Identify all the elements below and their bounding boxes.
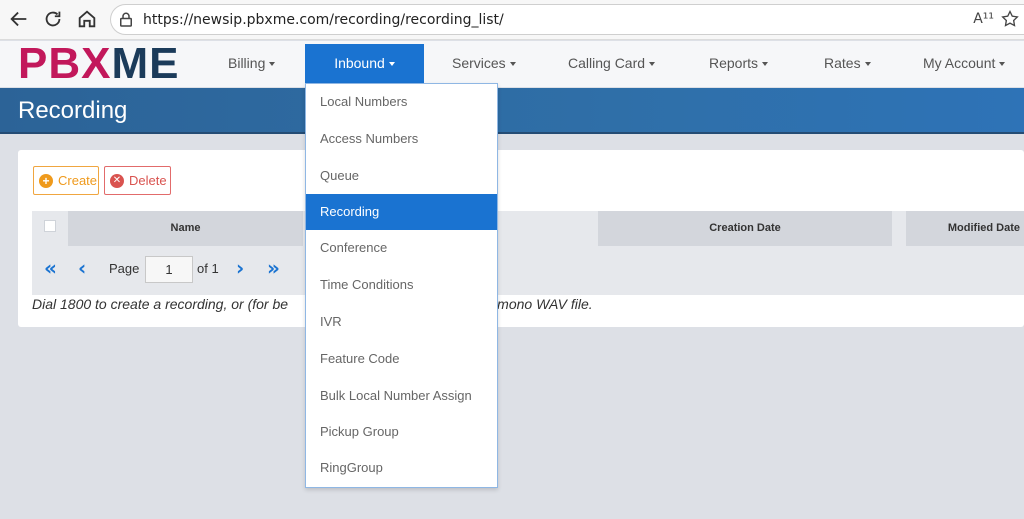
first-page-icon[interactable]: « <box>44 258 62 278</box>
menu-item-ringgroup[interactable]: RingGroup <box>306 450 497 486</box>
caret-down-icon <box>269 62 276 67</box>
menu-item-pickup-group[interactable]: Pickup Group <box>306 414 497 450</box>
nav-calling-card[interactable]: Calling Card <box>568 41 656 87</box>
browser-toolbar: https://newsip.pbxme.com/recording/recor… <box>0 0 1024 40</box>
menu-item-ivr[interactable]: IVR <box>306 304 497 340</box>
caret-down-icon <box>999 62 1006 67</box>
page-header: Recording <box>0 88 1024 134</box>
recording-table: Name Creation Date Modified Date « ‹ Pag… <box>32 211 1024 295</box>
refresh-icon[interactable] <box>42 8 64 30</box>
menu-item-feature-code[interactable]: Feature Code <box>306 341 497 377</box>
home-icon[interactable] <box>76 8 98 30</box>
nav-rates[interactable]: Rates <box>824 41 871 87</box>
url-text[interactable]: https://newsip.pbxme.com/recording/recor… <box>143 12 504 28</box>
content-panel: + Create ✕ Delete Name Creation Date Mod… <box>18 150 1024 327</box>
menu-item-queue[interactable]: Queue <box>306 158 497 194</box>
page-title: Recording <box>18 97 128 124</box>
plus-icon: + <box>39 174 53 188</box>
column-header-modified-date[interactable]: Modified Date <box>906 211 1024 246</box>
favorite-star-icon[interactable] <box>1000 9 1020 29</box>
menu-item-bulk-local-number-assign[interactable]: Bulk Local Number Assign <box>306 378 497 414</box>
nav-reports[interactable]: Reports <box>709 41 769 87</box>
menu-item-time-conditions[interactable]: Time Conditions <box>306 267 497 303</box>
caret-down-icon <box>388 62 395 67</box>
nav-services[interactable]: Services <box>452 41 516 87</box>
page-number-input[interactable]: 1 <box>145 256 193 283</box>
back-arrow-icon[interactable] <box>8 8 30 30</box>
read-aloud-icon[interactable]: A¹¹ <box>973 11 994 27</box>
address-bar[interactable]: https://newsip.pbxme.com/recording/recor… <box>110 4 1024 35</box>
caret-down-icon <box>762 62 769 67</box>
create-button[interactable]: + Create <box>33 166 99 195</box>
nav-inbound[interactable]: Inbound <box>305 44 424 85</box>
main-navbar: PBXME Billing Inbound Services Calling C… <box>0 41 1024 87</box>
close-icon: ✕ <box>110 174 124 188</box>
page-label: Page <box>109 261 140 276</box>
nav-billing[interactable]: Billing <box>228 41 276 87</box>
pbxme-logo[interactable]: PBXME <box>18 41 179 87</box>
caret-down-icon <box>864 62 871 67</box>
pagination: « ‹ Page 1 of 1 › » <box>32 246 1024 295</box>
menu-item-recording[interactable]: Recording <box>306 194 497 230</box>
last-page-icon[interactable]: » <box>267 258 285 278</box>
caret-down-icon <box>509 62 516 67</box>
menu-item-local-numbers[interactable]: Local Numbers <box>306 84 497 120</box>
caret-down-icon <box>649 62 656 67</box>
column-header-creation-date[interactable]: Creation Date <box>598 211 892 246</box>
next-page-icon[interactable]: › <box>236 258 254 278</box>
lock-icon[interactable] <box>117 11 135 29</box>
delete-button[interactable]: ✕ Delete <box>104 166 171 195</box>
menu-item-conference[interactable]: Conference <box>306 230 497 266</box>
column-header-name[interactable]: Name <box>68 211 303 246</box>
previous-page-icon[interactable]: ‹ <box>78 258 96 278</box>
menu-item-access-numbers[interactable]: Access Numbers <box>306 121 497 157</box>
inbound-dropdown-menu: Local Numbers Access Numbers Queue Recor… <box>305 83 498 488</box>
nav-my-account[interactable]: My Account <box>923 41 1006 87</box>
select-all-checkbox[interactable] <box>44 220 56 232</box>
page-count-label: of 1 <box>197 261 219 276</box>
